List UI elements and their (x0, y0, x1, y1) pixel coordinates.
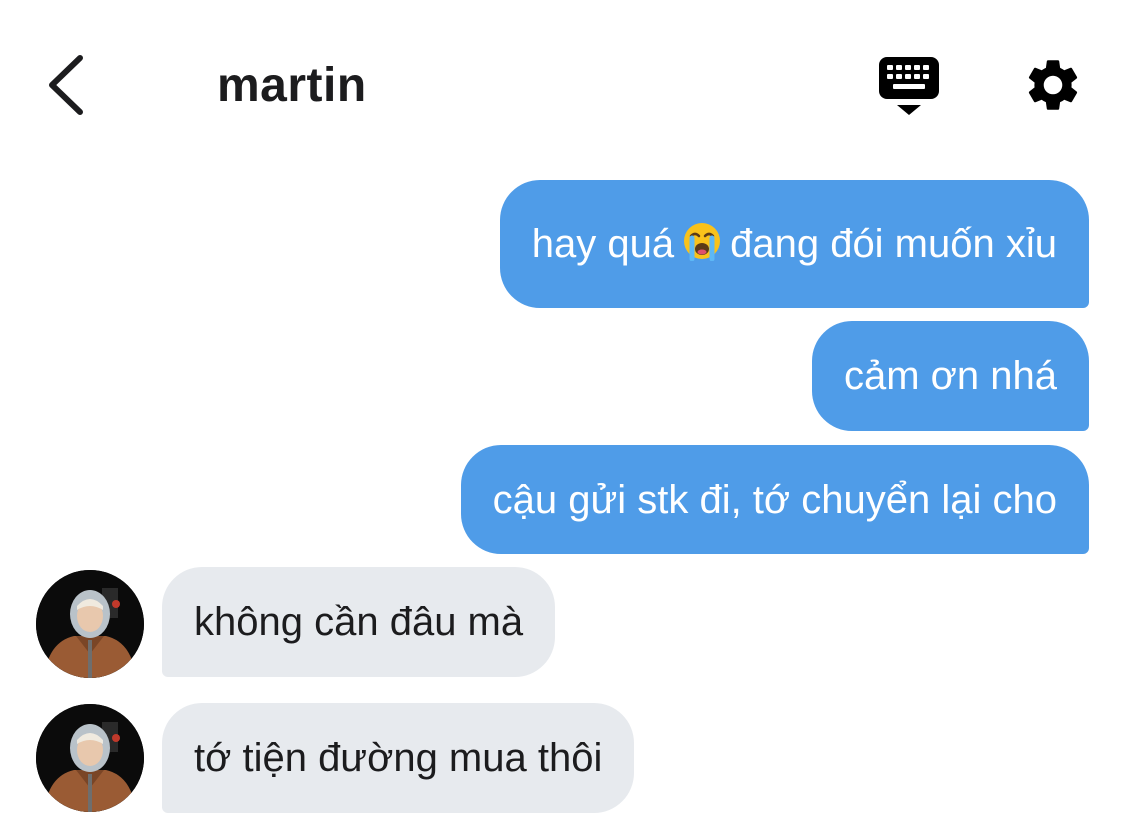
message-text: đang đói muốn xỉu (730, 222, 1057, 266)
message-bubble-sent[interactable]: cảm ơn nhá (811, 321, 1089, 431)
message-text: cậu gửi stk đi, tớ chuyển lại cho (492, 477, 1057, 522)
chat-header: martin (0, 0, 1125, 150)
avatar[interactable] (36, 704, 144, 812)
settings-button[interactable] (1022, 54, 1084, 116)
back-button[interactable] (36, 50, 96, 120)
message-bubble-sent[interactable]: cậu gửi stk đi, tớ chuyển lại cho (460, 445, 1089, 554)
chevron-left-icon (49, 55, 83, 115)
message-text: cảm ơn nhá (843, 354, 1057, 398)
profile-photo (36, 704, 144, 812)
gear-icon (1028, 60, 1078, 110)
conversation-title: martin (217, 59, 367, 112)
profile-photo (36, 570, 144, 678)
message-bubble-received[interactable]: không cần đâu mà (162, 567, 556, 677)
message-bubble-received[interactable]: tớ tiện đường mua thôi (162, 703, 635, 813)
message-text: tớ tiện đường mua thôi (194, 736, 603, 780)
message-bubble-sent[interactable]: hay quá đang đói muốn xỉu (499, 180, 1089, 308)
keyboard-icon (879, 57, 939, 115)
message-text: hay quá (531, 222, 675, 266)
loudly-crying-face-icon (682, 221, 722, 268)
avatar[interactable] (36, 570, 144, 678)
message-text: không cần đâu mà (194, 600, 524, 644)
keyboard-toggle-button[interactable] (876, 55, 942, 119)
